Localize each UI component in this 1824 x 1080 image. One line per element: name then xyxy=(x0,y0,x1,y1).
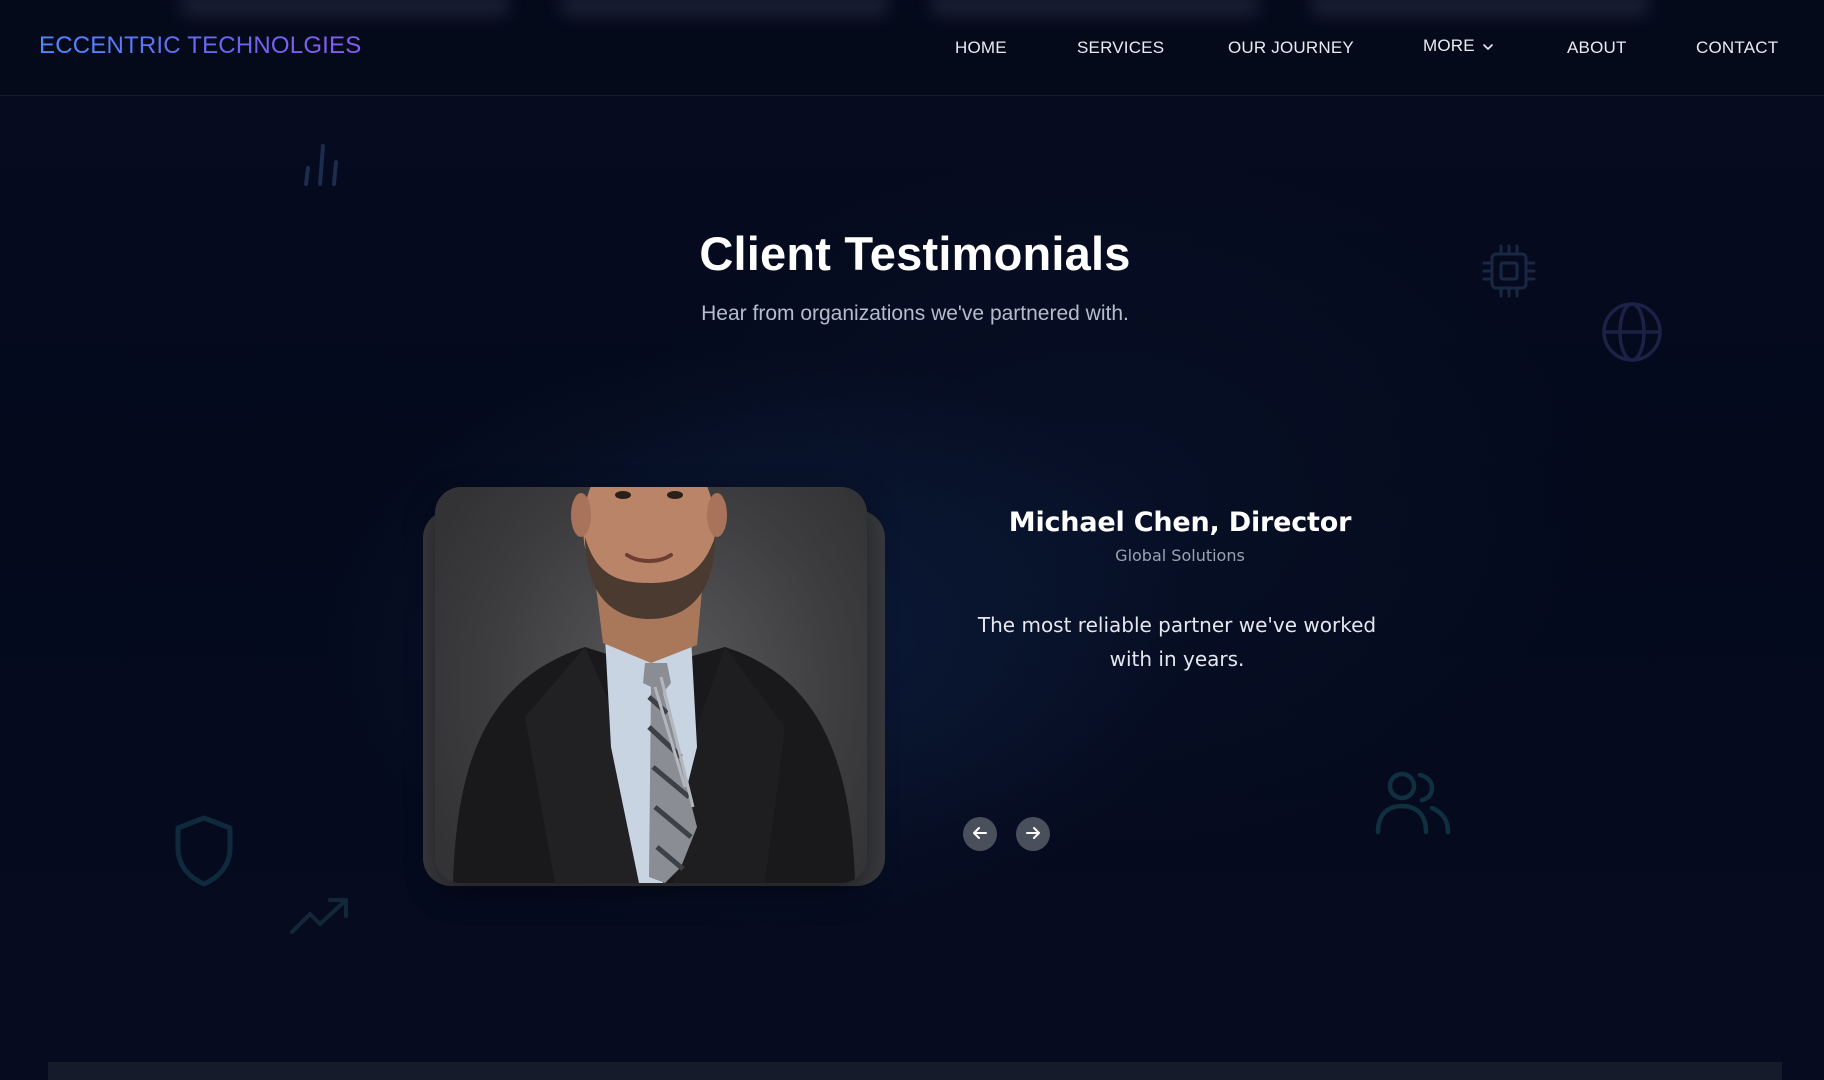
next-testimonial-button[interactable] xyxy=(1016,817,1050,851)
nav-link-our-journey[interactable]: OUR JOURNEY xyxy=(1228,38,1354,58)
arrow-right-icon xyxy=(1024,824,1042,845)
nav-glow xyxy=(930,0,1260,16)
nav-glow xyxy=(180,0,510,16)
nav-link-more[interactable]: MORE xyxy=(1423,36,1495,56)
bar-chart-icon xyxy=(298,140,346,192)
nav-link-contact[interactable]: CONTACT xyxy=(1696,38,1778,58)
client-photo xyxy=(435,487,867,883)
nav-menu: HOME SERVICES OUR JOURNEY MORE ABOUT CON… xyxy=(0,36,1824,62)
shield-icon xyxy=(172,814,236,888)
testimonial-author-name: Michael Chen, Director xyxy=(1008,507,1352,538)
arrow-left-icon xyxy=(971,824,989,845)
trending-up-icon xyxy=(288,892,352,936)
navbar: ECCENTRIC TECHNOLGIES HOME SERVICES OUR … xyxy=(0,0,1824,96)
testimonial-quote: The most reliable partner we've worked w… xyxy=(977,613,1377,671)
footer-bar xyxy=(48,1062,1782,1080)
nav-glow xyxy=(560,0,890,16)
nav-link-services[interactable]: SERVICES xyxy=(1077,38,1164,58)
nav-link-about[interactable]: ABOUT xyxy=(1567,38,1627,58)
testimonial-company: Global Solutions xyxy=(1115,546,1245,565)
nav-glow xyxy=(1310,0,1650,16)
nav-link-home[interactable]: HOME xyxy=(955,38,1007,58)
users-icon xyxy=(1374,768,1452,836)
nav-more-label: MORE xyxy=(1423,36,1475,55)
page: ECCENTRIC TECHNOLGIES HOME SERVICES OUR … xyxy=(0,0,1824,1080)
prev-testimonial-button[interactable] xyxy=(963,817,997,851)
section-subtitle: Hear from organizations we've partnered … xyxy=(701,302,1129,325)
chevron-down-icon xyxy=(1481,39,1495,53)
section-title: Client Testimonials xyxy=(699,227,1131,280)
